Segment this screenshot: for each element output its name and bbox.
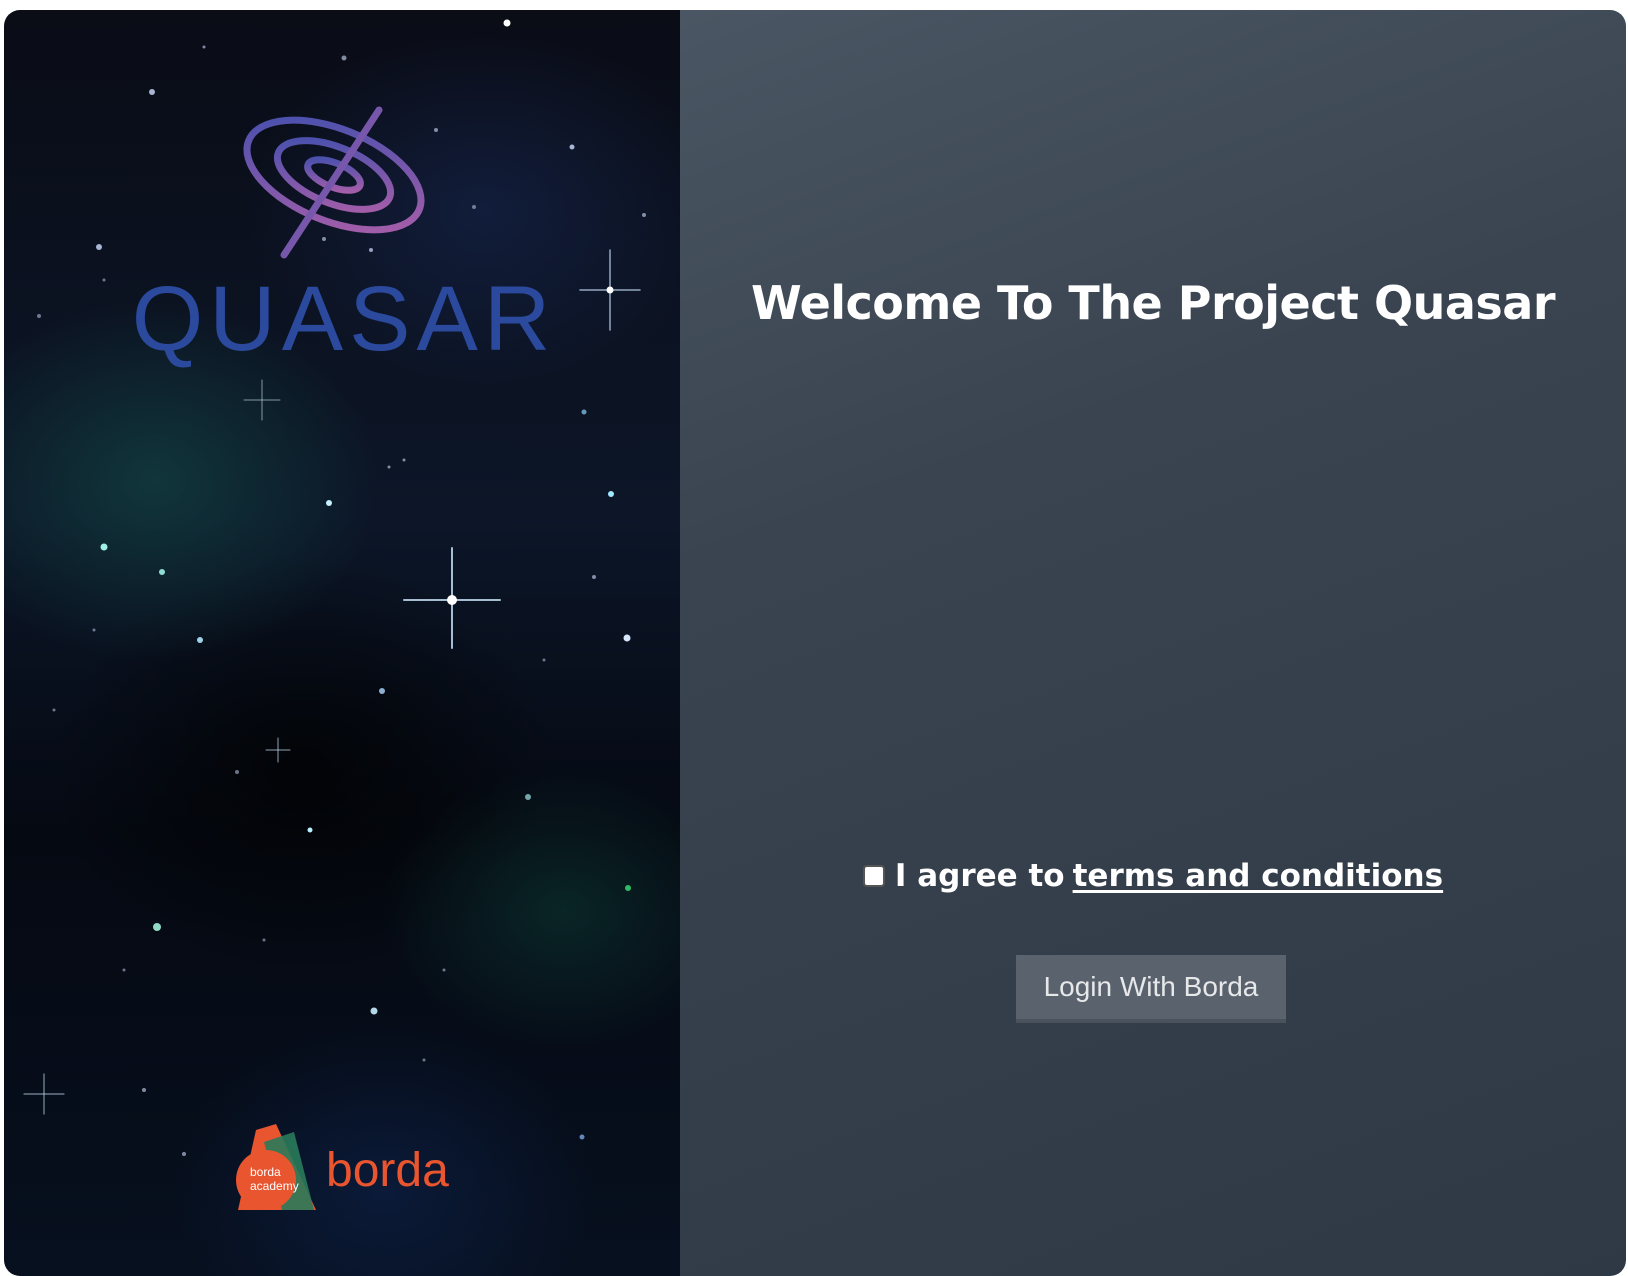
agree-label: I agree to: [894, 858, 1065, 894]
terms-link[interactable]: terms and conditions: [1073, 858, 1443, 894]
login-with-borda-button[interactable]: Login With Borda: [1016, 955, 1286, 1023]
quasar-logo: QUASAR: [134, 106, 554, 370]
quasar-spiral-icon: [243, 106, 425, 259]
svg-text:academy: academy: [250, 1179, 299, 1193]
terms-agreement-row: I agree to terms and conditions: [680, 858, 1626, 894]
login-panel: Welcome To The Project Quasar I agree to…: [680, 10, 1626, 1276]
quasar-wordmark: QUASAR: [134, 268, 554, 370]
space-background-panel: QUASAR borda academy borda: [4, 10, 680, 1276]
terms-checkbox[interactable]: [862, 865, 885, 887]
borda-academy-logo: borda academy borda: [236, 1124, 449, 1210]
login-window: QUASAR borda academy borda Welcome To Th…: [4, 10, 1626, 1276]
svg-text:borda: borda: [250, 1165, 281, 1179]
borda-wordmark: borda: [326, 1144, 449, 1197]
page-title: Welcome To The Project Quasar: [750, 276, 1556, 330]
